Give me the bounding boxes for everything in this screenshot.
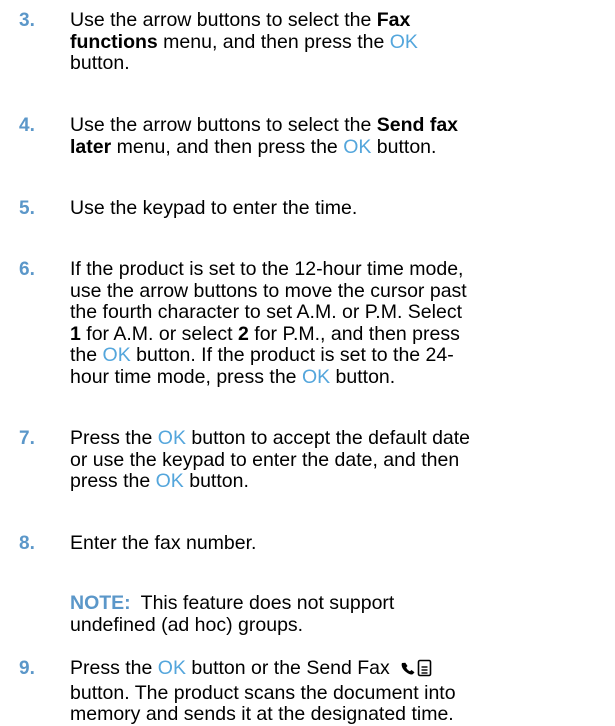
step-number: 4.	[19, 115, 35, 136]
step-number: 8.	[19, 533, 35, 554]
step-text-part: button.	[183, 470, 249, 492]
step-text: Press the OK button to accept the defaul…	[70, 427, 615, 493]
step-number: 7.	[19, 428, 35, 449]
key-label: 2	[238, 322, 249, 345]
ok-button-label: OK	[301, 365, 331, 388]
step-text: Use the arrow buttons to select the Send…	[70, 114, 615, 158]
step-text-part: button. If the product is set to the 24-	[130, 344, 454, 366]
note-text: NOTE: This feature does not support undef…	[70, 592, 615, 636]
ok-button-label: OK	[157, 657, 186, 679]
ok-button-label: OK	[157, 427, 186, 449]
menu-name: later	[70, 135, 112, 158]
ok-button-label: OK	[389, 30, 418, 53]
ok-button-label: OK	[155, 470, 184, 492]
menu-name: functions	[70, 30, 158, 53]
step-text: Use the arrow buttons to select the Fax …	[70, 9, 615, 75]
step-text-part: menu, and then press the	[111, 135, 344, 158]
note-text-part: undefined (ad hoc) groups.	[70, 613, 304, 636]
step-text-part: Press the	[70, 657, 158, 679]
step-text-part: for A.M. or select	[80, 322, 238, 345]
step-text-part: Use the arrow buttons to select the	[70, 114, 377, 136]
note-label: NOTE:	[70, 592, 131, 614]
note-text-part: This feature does not support	[140, 592, 395, 614]
step-text-part: menu, and then press the	[157, 30, 390, 53]
step-text-part: for P.M., and then press	[248, 322, 460, 345]
step-text-part: press the	[70, 470, 156, 492]
step-text-part: memory and sends it at the designated ti…	[70, 703, 454, 725]
send-fax-icon	[399, 659, 433, 683]
step-number: 9.	[19, 658, 35, 679]
step-text-part: Use the arrow buttons to select the	[70, 9, 377, 31]
key-label: 1	[70, 322, 81, 345]
step-text: Press the OK button or the Send Fax butt…	[70, 657, 615, 726]
instruction-page: 3. Use the arrow buttons to select the F…	[0, 0, 615, 726]
ok-button-label: OK	[102, 344, 131, 366]
menu-name: Send fax	[376, 114, 459, 136]
step-number: 6.	[19, 259, 35, 280]
step-text-part: button to accept the default date	[185, 427, 471, 449]
step-text-part: or use the keypad to enter the date, and…	[70, 448, 460, 471]
step-number: 3.	[19, 10, 35, 31]
step-text-part: Press the	[70, 427, 158, 449]
step-text-part: the	[70, 344, 103, 366]
step-text-part: button or the Send Fax	[185, 657, 396, 679]
step-text-part: use the arrow buttons to move the cursor…	[70, 279, 467, 302]
step-text: Enter the fax number.	[70, 532, 615, 555]
step-text-part: the fourth character to set A.M. or P.M.…	[70, 301, 462, 323]
step-text-part: button.	[70, 52, 130, 74]
step-number: 5.	[19, 198, 35, 219]
step-text-part: If the product is set to the 12-hour tim…	[70, 258, 464, 280]
menu-name: Fax	[376, 9, 411, 31]
step-text-part: button. The product scans the document i…	[70, 681, 456, 704]
step-text: If the product is set to the 12-hour tim…	[70, 258, 615, 388]
step-text: Use the keypad to enter the time.	[70, 197, 615, 220]
step-text-part: Enter the fax number.	[70, 532, 257, 554]
step-text-part: button.	[330, 365, 396, 388]
step-text-part: Use the keypad to enter the time.	[70, 197, 358, 219]
ok-button-label: OK	[343, 135, 372, 158]
step-text-part: button.	[371, 135, 437, 158]
step-text-part: hour time mode, press the	[70, 365, 302, 388]
